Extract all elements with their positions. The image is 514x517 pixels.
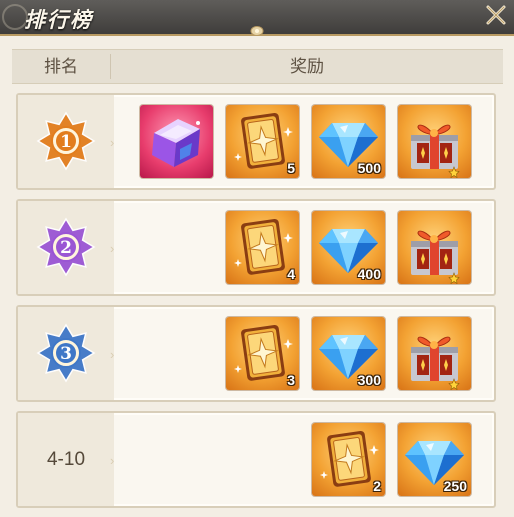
reward-quantity: 300 <box>357 372 381 388</box>
svg-text:1: 1 <box>60 132 72 152</box>
rank-3-medal-icon: 3 <box>36 323 96 383</box>
chevron-right-icon: › <box>110 347 115 362</box>
reward-quantity: 250 <box>443 478 467 494</box>
reward-slot[interactable]: 2 <box>312 423 385 496</box>
window-title: 排行榜 <box>24 7 93 32</box>
rank-column-header: 排名 <box>44 57 78 76</box>
reward-slot[interactable]: 250 <box>398 423 471 496</box>
rank-row-2: 2 › 4 400 <box>16 199 496 296</box>
reward-quantity: 4 <box>287 266 295 282</box>
reward-slot[interactable]: 300 <box>312 317 385 390</box>
rank-1-medal-icon: 1 <box>36 111 96 171</box>
reward-slot[interactable]: 5 <box>226 105 299 178</box>
reward-quantity: 3 <box>287 372 295 388</box>
svg-text:2: 2 <box>60 238 72 258</box>
svg-text:3: 3 <box>60 344 72 364</box>
title-divider-gem-icon <box>250 26 264 36</box>
close-icon[interactable] <box>484 3 508 27</box>
reward-quantity: 2 <box>373 478 381 494</box>
rank-cell: 4-10 <box>18 413 114 506</box>
reward-quantity: 500 <box>357 160 381 176</box>
rank-cell: 2 <box>18 201 114 294</box>
rank-row-4-10: 4-10 › 2 250 <box>16 411 496 508</box>
reward-slot[interactable]: 3 <box>226 317 299 390</box>
chevron-right-icon: › <box>110 241 115 256</box>
reward-quantity: 400 <box>357 266 381 282</box>
reward-slot[interactable] <box>398 211 471 284</box>
rank-cell: 1 <box>18 95 114 188</box>
rank-row-3: 3 › 3 300 <box>16 305 496 402</box>
chevron-right-icon: › <box>110 453 115 468</box>
chevron-right-icon: › <box>110 135 115 150</box>
rank-2-medal-icon: 2 <box>36 217 96 277</box>
reward-slot[interactable] <box>398 317 471 390</box>
reward-slot[interactable]: 4 <box>226 211 299 284</box>
reward-slot[interactable]: 500 <box>312 105 385 178</box>
reward-quantity: 5 <box>287 160 295 176</box>
reward-slot[interactable]: 400 <box>312 211 385 284</box>
rank-range-label: 4-10 <box>46 449 86 470</box>
rank-row-1: 1 › 5 500 <box>16 93 496 190</box>
table-header: 排名 奖励 <box>12 49 503 84</box>
reward-column-header: 奖励 <box>290 57 324 76</box>
reward-slot[interactable] <box>140 105 213 178</box>
rank-cell: 3 <box>18 307 114 400</box>
reward-slot[interactable] <box>398 105 471 178</box>
